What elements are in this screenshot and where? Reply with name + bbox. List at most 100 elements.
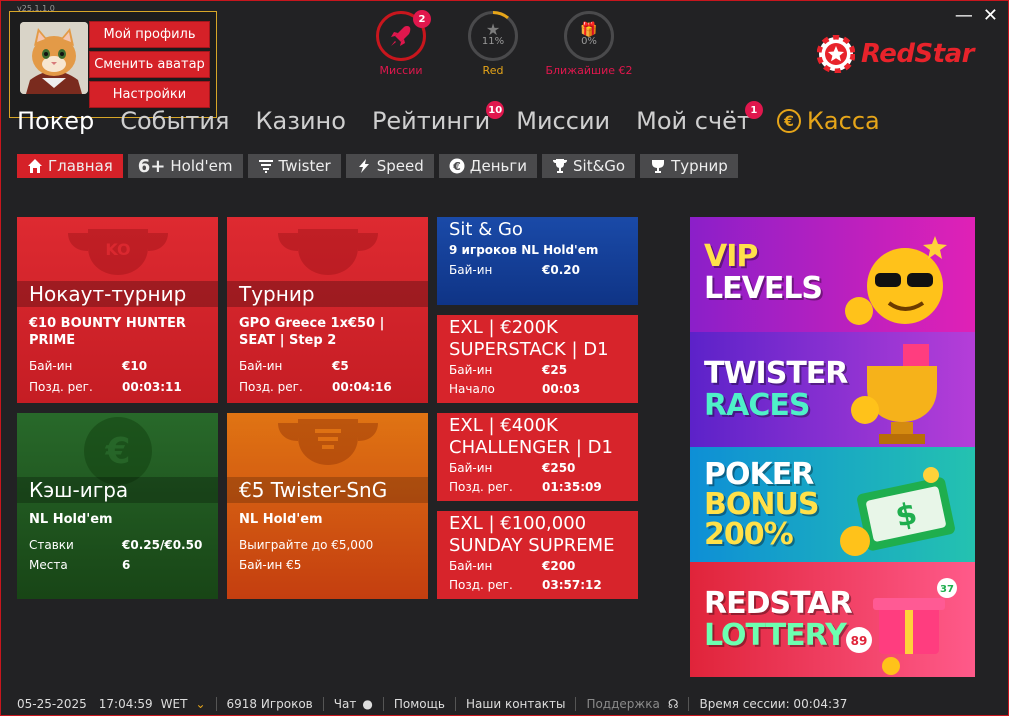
avatar[interactable] [20, 22, 88, 94]
banner-redstar-lottery[interactable]: 89 37 REDSTAR LOTTERY [690, 562, 975, 677]
nearest-label: Ближайшие €2 [545, 64, 633, 77]
account-badge: 1 [744, 101, 763, 119]
tournament-card[interactable]: Турнир GPO Greece 1x€50 | SEAT | Step 2 … [227, 217, 428, 403]
challenger-title: EXL | €400K CHALLENGER | D1 [449, 415, 613, 458]
banner-vip-line2: LEVELS [704, 271, 823, 306]
nearest-progress-value: 0% [581, 36, 597, 47]
knockout-trophy-icon: KO [67, 229, 168, 275]
tournament-subtitle: GPO Greece 1x€50 | SEAT | Step 2 [239, 316, 385, 348]
status-session-time: Время сессии: 00:04:37 [699, 697, 848, 711]
rocket-icon [391, 26, 411, 46]
home-icon [28, 159, 42, 173]
svg-text:€: € [452, 160, 461, 173]
cup-icon [652, 160, 665, 173]
minimize-icon[interactable]: — [955, 5, 973, 26]
close-icon[interactable]: ✕ [983, 5, 998, 26]
banner-lottery-line2: LOTTERY [704, 618, 847, 653]
twister-card[interactable]: €5 Twister-SnG NL Hold'em Выиграйте до €… [227, 413, 428, 599]
tournament-row-latereg: Позд. рег. 00:04:16 [239, 380, 392, 394]
svg-text:€: € [104, 431, 130, 472]
sitgo-row-buyin: Бай-ин €0.20 [449, 263, 580, 277]
red-level-stat[interactable]: ★ 11% Red [443, 11, 543, 77]
knockout-card[interactable]: KO Нокаут-турнир €10 BOUNTY HUNTER PRIME… [17, 217, 218, 403]
status-players: 6918 Игроков [226, 697, 313, 711]
tab-sitgo-label: Sit&Go [573, 157, 626, 175]
knockout-row-buyin: Бай-ин €10 [29, 359, 148, 373]
banner-twister-races[interactable]: TWISTER RACES [690, 332, 975, 447]
tab-home[interactable]: Главная [17, 154, 123, 178]
change-avatar-button[interactable]: Сменить аватар [89, 51, 210, 78]
nav-ratings-label: Рейтинги [371, 107, 491, 135]
sunglasses-emoji-icon [845, 236, 947, 325]
trophy-icon [553, 159, 567, 173]
knockout-title: Нокаут-турнир [17, 281, 218, 307]
banner-poker-line3: 200% [704, 517, 794, 552]
red-level-ring: ★ 11% [468, 11, 518, 61]
banner-vip-levels[interactable]: VIP LEVELS [690, 217, 975, 332]
money-stack-icon: $ [840, 467, 955, 556]
twister-icon [258, 160, 273, 173]
chip-star-icon [817, 35, 855, 73]
cash-row-seats: Места 6 [29, 558, 131, 572]
gift-icon: 🎁 [580, 22, 598, 38]
superstack-row-start: Начало 00:03 [449, 382, 581, 396]
settings-button[interactable]: Настройки [89, 81, 210, 108]
twister-win-line: Выиграйте до €5,000 [239, 538, 374, 552]
sitgo-card[interactable]: Sit & Go 9 игроков NL Hold'em Бай-ин €0.2… [437, 217, 638, 305]
euro-coin-icon: € [776, 109, 801, 133]
tab-speed[interactable]: Speed [345, 154, 434, 178]
missions-label: Миссии [379, 64, 423, 77]
nav-events[interactable]: События [120, 107, 229, 135]
banner-twister-line1: TWISTER [704, 356, 848, 391]
banner-twister-line2: RACES [704, 388, 810, 423]
status-contacts[interactable]: Наши контакты [466, 697, 565, 711]
tab-sitgo[interactable]: Sit&Go [542, 154, 636, 178]
tab-tournament[interactable]: Турнир [640, 154, 738, 178]
svg-text:€: € [783, 114, 794, 130]
cash-game-card[interactable]: € Кэш-игра NL Hold'em Ставки €0.25/€0.50 … [17, 413, 218, 599]
missions-stat[interactable]: 2 Миссии [351, 10, 451, 77]
twister-subtitle: NL Hold'em [239, 512, 323, 527]
tab-twister-label: Twister [278, 157, 331, 175]
nav-poker[interactable]: Покер [17, 107, 94, 135]
nav-account[interactable]: Мой счёт 1 [636, 101, 763, 135]
supreme-card[interactable]: EXL | €100,000 SUNDAY SUPREME Бай-ин €200… [437, 511, 638, 599]
tab-tournament-label: Турнир [671, 157, 728, 175]
status-help[interactable]: Помощь [394, 697, 445, 711]
nearest-reward-stat[interactable]: 🎁 0% Ближайшие €2 [539, 11, 639, 77]
nav-kassa[interactable]: € Касса [776, 107, 880, 135]
my-profile-button[interactable]: Мой профиль [89, 21, 210, 48]
challenger-card[interactable]: EXL | €400K CHALLENGER | D1 Бай-ин €250 П… [437, 413, 638, 501]
status-chat[interactable]: Чат [334, 697, 357, 711]
cash-row-stakes: Ставки €0.25/€0.50 [29, 538, 203, 552]
tournament-title: Турнир [227, 281, 428, 307]
status-support[interactable]: Поддержка [586, 697, 659, 711]
chat-bubble-icon[interactable]: ● [362, 697, 372, 711]
sub-nav: Главная 6+ Hold'em Twister Speed € Деньг… [17, 154, 738, 178]
cash-game-subtitle: NL Hold'em [29, 512, 113, 527]
knockout-row-latereg: Позд. рег. 00:03:11 [29, 380, 182, 394]
svg-text:89: 89 [851, 634, 868, 648]
nav-missions[interactable]: Миссии [516, 107, 610, 135]
red-level-label: Red [482, 64, 504, 77]
profile-panel: Мой профиль Сменить аватар Настройки [9, 11, 217, 118]
svg-text:37: 37 [940, 584, 954, 595]
timezone-chevron-down-icon[interactable]: ⌄ [195, 697, 205, 711]
nav-casino[interactable]: Казино [255, 107, 345, 135]
banner-poker-bonus[interactable]: $ POKER BONUS 200% [690, 447, 975, 562]
status-date: 05-25-2025 [17, 697, 87, 711]
nav-ratings[interactable]: Рейтинги 10 [371, 101, 505, 135]
tab-holdem[interactable]: 6+ Hold'em [127, 154, 243, 178]
supreme-row-buyin: Бай-ин €200 [449, 559, 576, 573]
superstack-card[interactable]: EXL | €200K SUPERSTACK | D1 Бай-ин €25 На… [437, 315, 638, 403]
tournament-trophy-icon [277, 229, 378, 275]
tab-twister[interactable]: Twister [247, 154, 341, 178]
lightning-icon [358, 159, 369, 173]
sitgo-subtitle: 9 игроков NL Hold'em [449, 243, 599, 257]
missions-badge: 2 [413, 10, 431, 28]
tab-money-label: Деньги [469, 157, 527, 175]
banner-vip-line1: VIP [704, 239, 758, 274]
tab-money[interactable]: € Деньги [438, 154, 537, 178]
knockout-subtitle: €10 BOUNTY HUNTER PRIME [29, 316, 186, 348]
headset-icon[interactable]: ☊ [668, 697, 679, 711]
